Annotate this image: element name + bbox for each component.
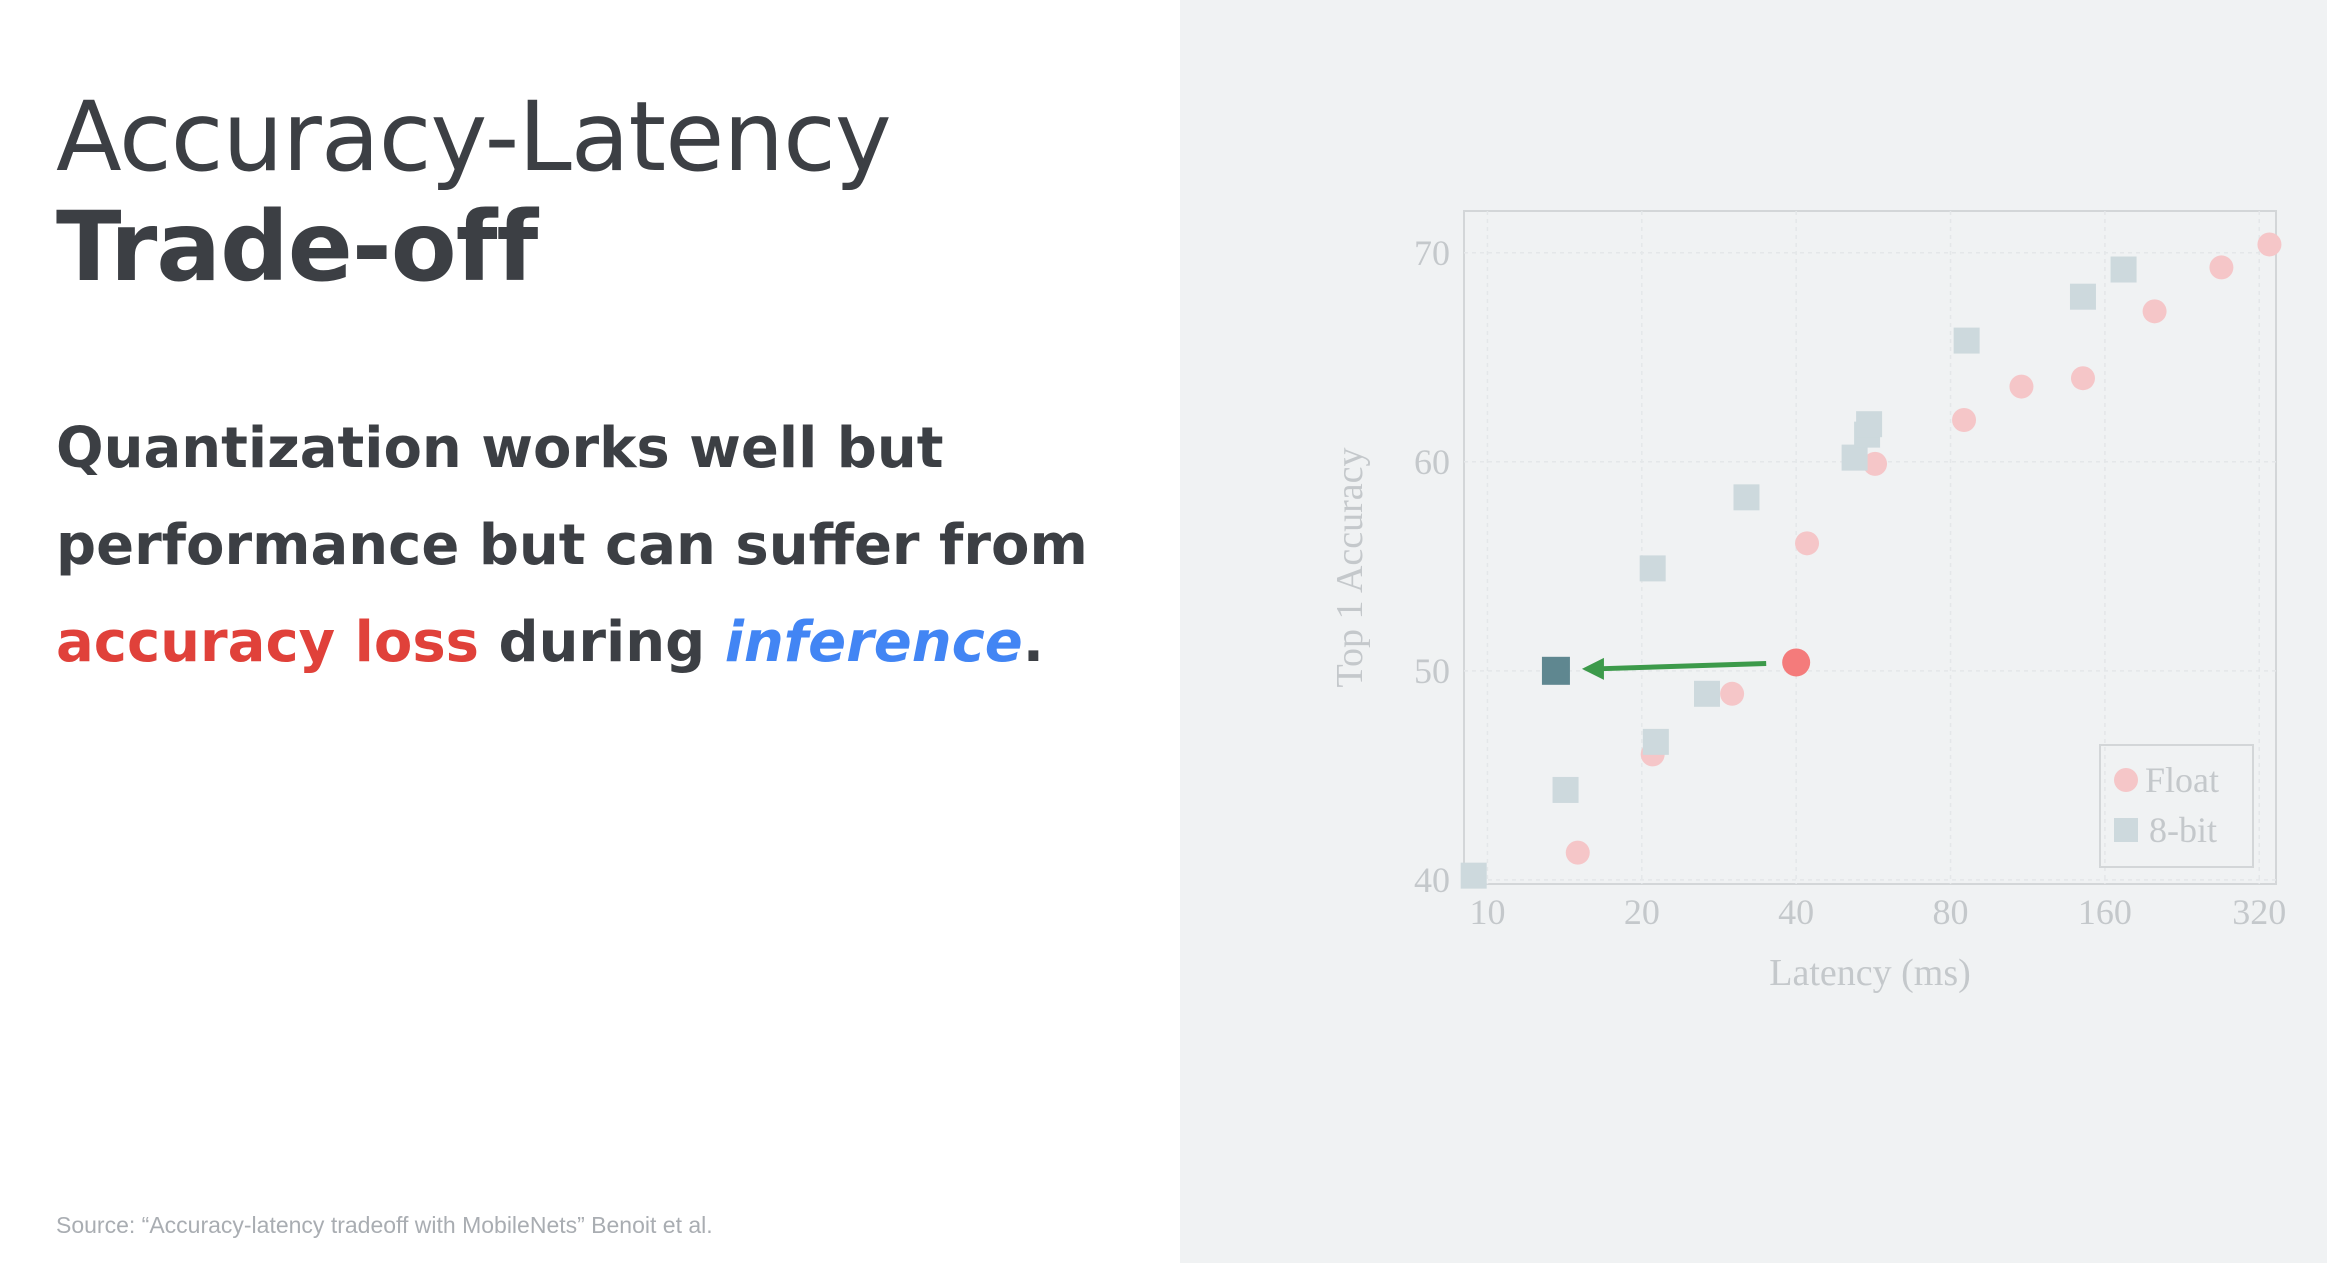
y-tick-label: 50 — [1414, 651, 1450, 691]
highlighted-float-point — [1782, 648, 1811, 677]
x-tick-label: 40 — [1778, 892, 1814, 932]
title-line-2: Trade-off — [56, 191, 538, 303]
int8-point — [1841, 444, 1868, 471]
float-point — [1952, 408, 1977, 433]
int8-point — [1856, 411, 1883, 438]
arrow-layer — [1541, 648, 1811, 685]
slide: Accuracy-Latency Trade-off Quantization … — [0, 0, 2327, 1263]
x-tick-label: 80 — [1933, 892, 1969, 932]
legend-float-label: Float — [2145, 760, 2219, 800]
int8-point — [1953, 327, 1980, 354]
float-point — [2009, 374, 2034, 399]
int8-point — [1733, 484, 1760, 511]
title-line-1: Accuracy-Latency — [56, 81, 892, 193]
y-tick-label: 60 — [1414, 442, 1450, 482]
x-tick-label: 10 — [1469, 892, 1505, 932]
source-citation: Source: “Accuracy-latency tradeoff with … — [56, 1212, 713, 1238]
legend-float-marker — [2114, 768, 2138, 792]
int8-point — [1693, 680, 1720, 707]
float-point — [1565, 840, 1590, 865]
int8-point — [1460, 862, 1487, 889]
body-end-punct: . — [1022, 610, 1045, 675]
y-tick-label: 40 — [1414, 860, 1450, 900]
quantization-arrow-head — [1581, 657, 1604, 680]
body-line-1: Quantization works well but — [56, 416, 944, 481]
float-point — [2209, 255, 2234, 280]
text-panel: Accuracy-Latency Trade-off Quantization … — [0, 0, 1180, 1263]
x-tick-label: 160 — [2078, 892, 2132, 932]
float-point — [1795, 531, 1820, 556]
x-tick-label: 20 — [1624, 892, 1660, 932]
float-point — [1720, 681, 1745, 706]
x-tick-label: 320 — [2232, 892, 2286, 932]
float-point — [2257, 232, 2282, 257]
body-text: Quantization works well but performance … — [56, 400, 1156, 691]
int8-point — [2110, 256, 2137, 283]
int8-point — [1642, 728, 1669, 755]
x-axis-label: Latency (ms) — [1769, 952, 1971, 994]
float-point — [2142, 299, 2167, 324]
int8-point — [1639, 555, 1666, 582]
highlighted-int8-point — [1541, 656, 1570, 685]
accuracy-loss-highlight: accuracy loss — [56, 610, 479, 675]
accuracy-latency-chart: 10 20 40 80 160 320 40 50 60 70 Latency (ms) Top … — [1329, 210, 2286, 994]
chart-panel: 10 20 40 80 160 320 40 50 60 70 Latency (ms) Top … — [1180, 0, 2327, 1263]
legend-8bit-label: 8-bit — [2149, 810, 2217, 850]
legend-8bit-marker — [2114, 818, 2138, 842]
y-axis-label: Top 1 Accuracy — [1329, 447, 1371, 687]
body-line-3: accuracy loss during inference. — [56, 594, 1156, 691]
int8-point — [2069, 283, 2096, 310]
slide-title: Accuracy-Latency Trade-off — [56, 82, 1156, 302]
quantization-arrow-shaft — [1597, 660, 1767, 672]
body-line-2: performance but can suffer from — [56, 513, 1088, 578]
int8-point — [1552, 776, 1579, 803]
y-tick-label: 70 — [1414, 233, 1450, 273]
body-mid-text: during — [478, 610, 725, 675]
float-point — [2070, 366, 2095, 391]
legend: Float 8-bit — [2099, 744, 2254, 868]
inference-highlight: inference — [724, 610, 1023, 675]
